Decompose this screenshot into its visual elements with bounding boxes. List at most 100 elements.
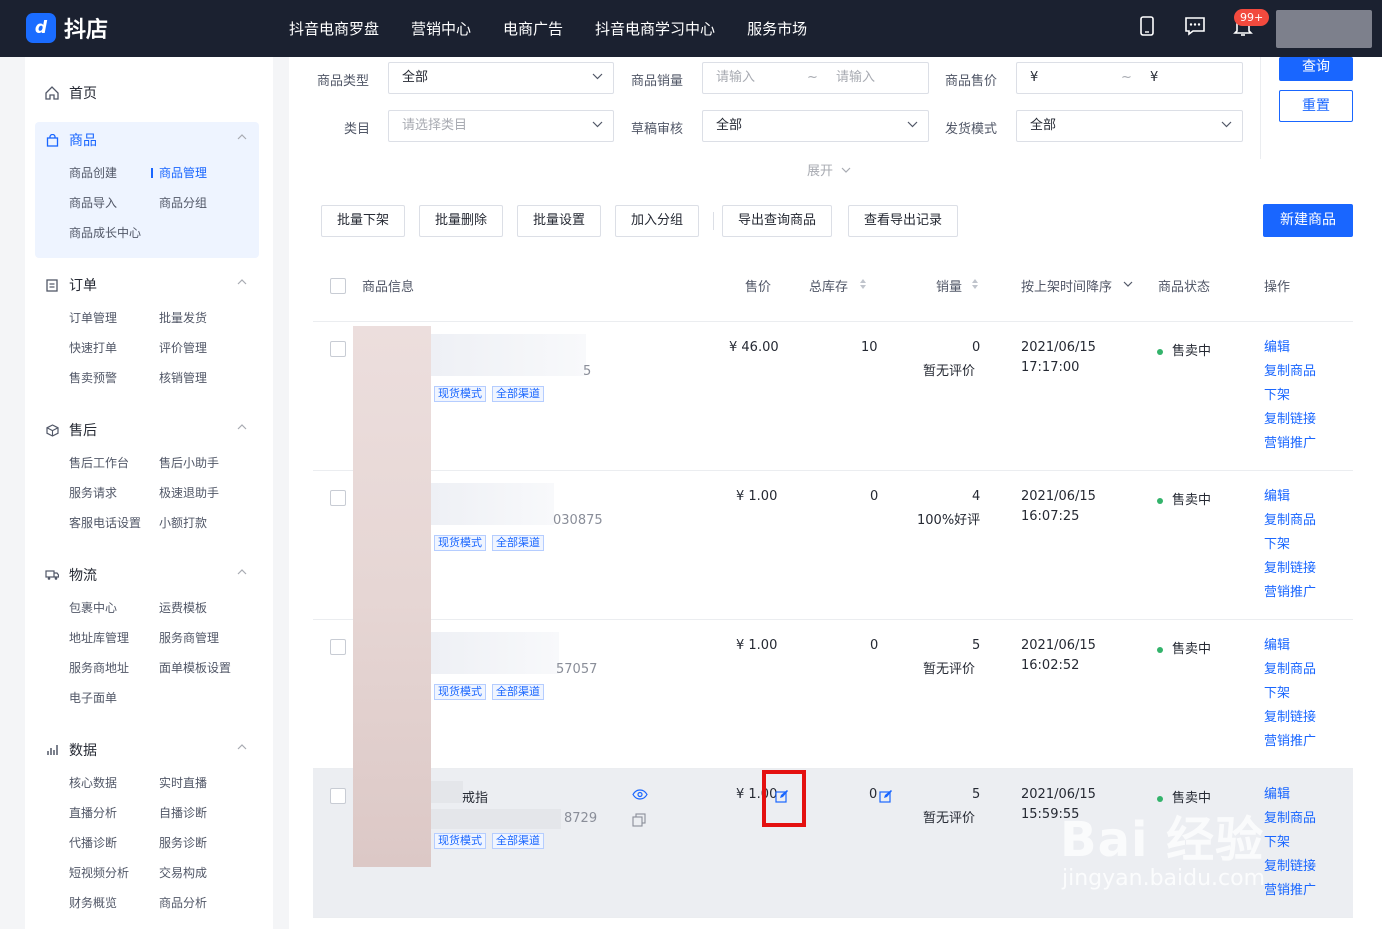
topnav-marketing[interactable]: 营销中心 [411,18,471,39]
copy-url-link[interactable]: 复制链接 [1264,408,1316,432]
copy-url-link[interactable]: 复制链接 [1264,706,1316,730]
add-to-group-button[interactable]: 加入分组 [615,205,700,237]
sidebar-item[interactable]: 服务诊断 [159,828,269,858]
select-all-checkbox[interactable] [330,278,346,294]
filter-ship-select[interactable]: 全部 [1016,110,1243,142]
batch-delete-button[interactable]: 批量删除 [419,205,504,237]
sidebar-item[interactable]: 售后工作台 [69,448,159,478]
new-goods-button[interactable]: 新建商品 [1263,204,1353,237]
edit-link[interactable]: 编辑 [1264,336,1316,360]
edit-link[interactable]: 编辑 [1264,634,1316,658]
sidebar-item[interactable]: 自播诊断 [159,798,269,828]
promote-link[interactable]: 营销推广 [1264,730,1316,754]
sidebar-head-orders[interactable]: 订单 [35,267,259,303]
sidebar-item[interactable]: 售卖预警 [69,363,159,393]
sales-max-input[interactable]: 请输入 [836,63,875,93]
edit-link[interactable]: 编辑 [1264,485,1316,509]
sidebar-item[interactable]: 核心数据 [69,768,159,798]
sidebar-item[interactable]: 服务请求 [69,478,159,508]
sidebar-item[interactable]: 运费模板 [159,593,269,623]
batch-offshelf-button[interactable]: 批量下架 [321,205,406,237]
sidebar-head-aftersale[interactable]: 售后 [35,412,259,448]
copy-goods-link[interactable]: 复制商品 [1264,360,1316,384]
sidebar-item[interactable]: 短视频分析 [69,858,159,888]
row-checkbox[interactable] [330,341,346,357]
sidebar-item-goods-import[interactable]: 商品导入 [69,188,159,218]
header-sales[interactable]: 销量 [936,276,962,295]
eye-icon[interactable] [632,789,648,800]
sidebar-item[interactable]: 直播分析 [69,798,159,828]
sort-icon[interactable] [859,278,867,290]
sidebar-item[interactable]: 评价管理 [159,333,269,363]
sidebar-item-goods-manage[interactable]: 商品管理 [151,158,269,188]
sidebar-head-data[interactable]: 数据 [35,732,259,768]
copy-goods-link[interactable]: 复制商品 [1264,658,1316,682]
sidebar-item[interactable]: 极速退助手 [159,478,269,508]
sort-icon[interactable] [971,278,979,290]
app-logo[interactable]: d 抖店 [26,12,108,44]
filter-price-range[interactable]: ¥ ~ ¥ [1016,62,1243,94]
sidebar-item-goods-group[interactable]: 商品分组 [159,188,269,218]
topnav-learning[interactable]: 抖音电商学习中心 [595,18,715,39]
sidebar-item[interactable]: 实时直播 [159,768,269,798]
sidebar-item[interactable]: 快速打单 [69,333,159,363]
mobile-icon[interactable] [1136,15,1158,37]
sidebar-item[interactable]: 服务商管理 [159,623,269,653]
copy-goods-link[interactable]: 复制商品 [1264,807,1316,831]
goods-name[interactable]: 戒指 [462,787,488,806]
topnav-compass[interactable]: 抖音电商罗盘 [289,18,379,39]
edit-stock-icon[interactable] [879,790,892,803]
copy-icon[interactable] [632,813,646,827]
sidebar-item[interactable]: 电子面单 [69,683,159,713]
sidebar-item-goods-growth[interactable]: 商品成长中心 [69,218,159,248]
chevron-down-icon[interactable] [1123,281,1133,287]
header-stock[interactable]: 总库存 [809,276,848,295]
sidebar-item[interactable]: 客服电话设置 [69,508,159,538]
sidebar-item[interactable]: 财务概览 [69,888,159,918]
avatar[interactable] [1276,10,1372,48]
query-button[interactable]: 查询 [1279,57,1353,81]
sidebar-item[interactable]: 售后小助手 [159,448,269,478]
view-export-records-button[interactable]: 查看导出记录 [848,205,959,237]
row-checkbox[interactable] [330,788,346,804]
sidebar-item[interactable]: 商品分析 [159,888,269,918]
promote-link[interactable]: 营销推广 [1264,432,1316,456]
expand-toggle[interactable]: 展开 [807,160,851,179]
chat-icon[interactable] [1184,15,1206,37]
sidebar-item[interactable]: 批量发货 [159,303,269,333]
filter-sales-range[interactable]: 请输入 ~ 请输入 [702,62,929,94]
sidebar-item[interactable]: 面单模板设置 [159,653,269,683]
row-checkbox[interactable] [330,490,346,506]
sidebar-item[interactable]: 小额打款 [159,508,269,538]
offshelf-link[interactable]: 下架 [1264,533,1316,557]
offshelf-link[interactable]: 下架 [1264,682,1316,706]
row-checkbox[interactable] [330,639,346,655]
price-min-currency[interactable]: ¥ [1030,70,1038,85]
offshelf-link[interactable]: 下架 [1264,831,1316,855]
sidebar-item-home[interactable]: 首页 [45,83,97,103]
sidebar-item[interactable]: 代播诊断 [69,828,159,858]
filter-draft-select[interactable]: 全部 [702,110,929,142]
filter-category-select[interactable]: 请选择类目 [388,110,614,142]
edit-link[interactable]: 编辑 [1264,783,1316,807]
sidebar-item[interactable]: 订单管理 [69,303,159,333]
reset-button[interactable]: 重置 [1279,90,1353,122]
sidebar-item[interactable]: 核销管理 [159,363,269,393]
promote-link[interactable]: 营销推广 [1264,879,1316,903]
price-max-currency[interactable]: ¥ [1150,63,1158,93]
batch-settings-button[interactable]: 批量设置 [517,205,602,237]
sidebar-item[interactable]: 地址库管理 [69,623,159,653]
topnav-ads[interactable]: 电商广告 [503,18,563,39]
filter-type-select[interactable]: 全部 [388,62,614,94]
header-time-sort[interactable]: 按上架时间降序 [1021,276,1112,295]
offshelf-link[interactable]: 下架 [1264,384,1316,408]
copy-url-link[interactable]: 复制链接 [1264,855,1316,879]
export-goods-button[interactable]: 导出查询商品 [722,205,833,237]
sidebar-item-goods-create[interactable]: 商品创建 [69,158,159,188]
sidebar-head-logistics[interactable]: 物流 [35,557,259,593]
sidebar-item[interactable]: 服务商地址 [69,653,159,683]
copy-goods-link[interactable]: 复制商品 [1264,509,1316,533]
sidebar-item[interactable]: 包裹中心 [69,593,159,623]
topnav-service-market[interactable]: 服务市场 [747,18,807,39]
copy-url-link[interactable]: 复制链接 [1264,557,1316,581]
